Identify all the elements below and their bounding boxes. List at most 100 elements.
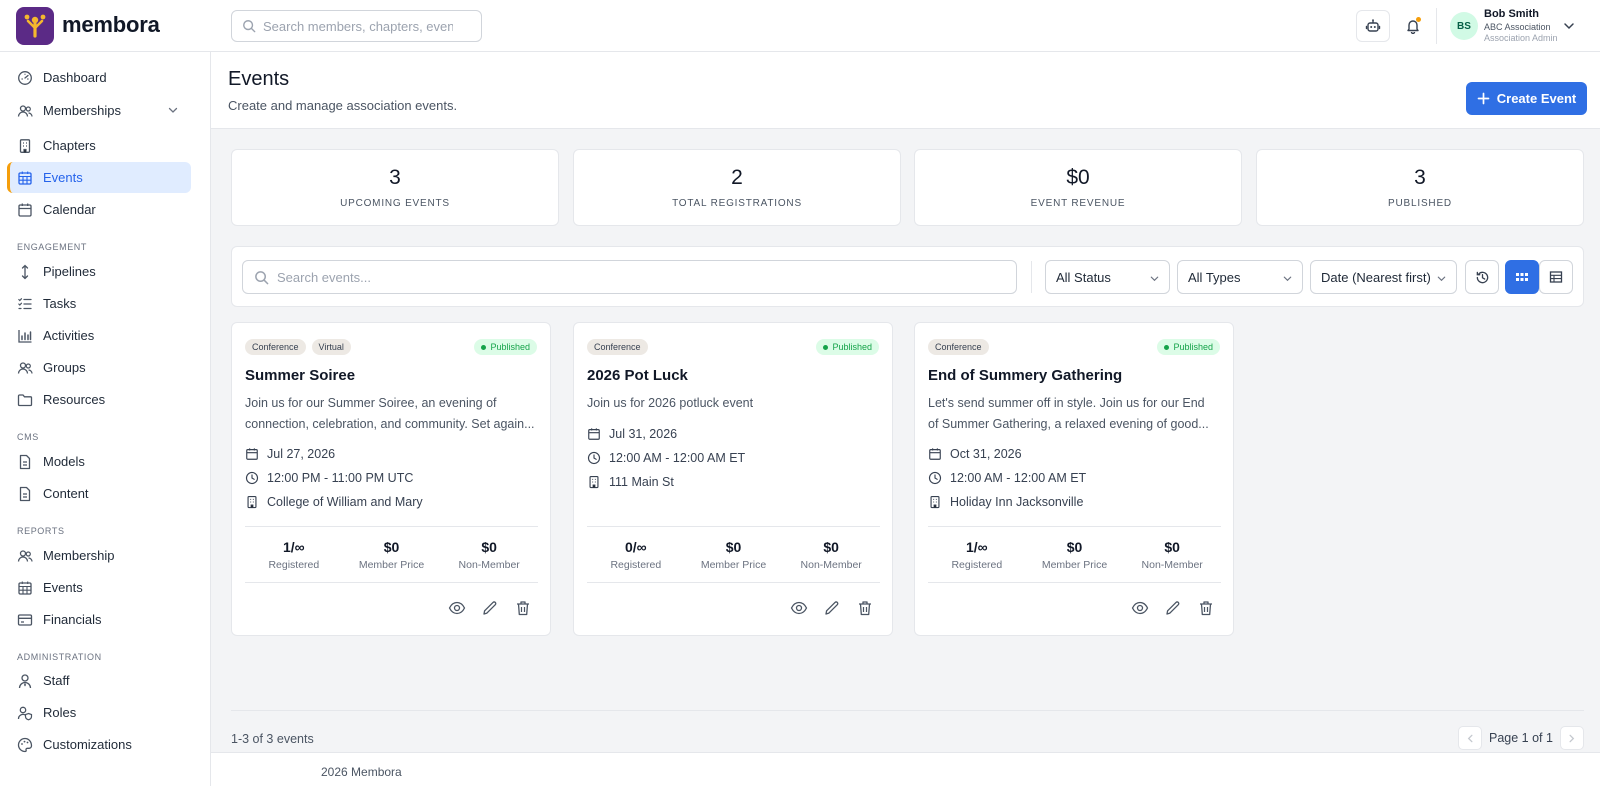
brand-name: membora <box>62 12 160 37</box>
eye-icon[interactable] <box>1131 599 1149 617</box>
create-event-button[interactable]: Create Event <box>1466 82 1587 115</box>
sidebar-item-resources[interactable]: Resources <box>7 384 191 415</box>
event-title[interactable]: Summer Soiree <box>245 367 355 384</box>
status-filter-select[interactable]: All Status <box>1045 260 1170 294</box>
sidebar-item-activities[interactable]: Activities <box>7 320 191 351</box>
top-bar: membora BS Bob Smith ABC Association Ass… <box>0 0 1600 52</box>
trash-icon[interactable] <box>1197 599 1215 617</box>
event-stats: 1/∞ Registered $0 Member Price $0 Non-Membe… <box>928 526 1221 583</box>
sidebar-item-memberships[interactable]: Memberships <box>7 95 191 126</box>
sidebar-item-dashboard[interactable]: Dashboard <box>7 62 191 93</box>
global-search[interactable] <box>231 10 482 42</box>
type-filter-value: All Types <box>1188 269 1241 285</box>
event-time: 12:00 AM - 12:00 AM ET <box>587 451 745 465</box>
user-shield-icon <box>17 706 33 720</box>
prev-page-button[interactable] <box>1458 726 1482 750</box>
sidebar-item-report-events[interactable]: Events <box>7 572 191 603</box>
arrows-vertical-icon <box>21 264 29 279</box>
notification-dot <box>1416 17 1421 22</box>
pencil-icon[interactable] <box>481 599 499 617</box>
clock-icon <box>245 471 259 485</box>
calendar-grid-icon <box>18 171 32 185</box>
sidebar-item-label: Dashboard <box>43 70 107 85</box>
event-description: Join us for 2026 potluck event <box>587 393 880 414</box>
event-tag: Conference <box>928 339 989 355</box>
ai-assistant-button[interactable] <box>1356 10 1390 42</box>
event-date: Jul 31, 2026 <box>587 427 677 441</box>
sidebar-item-chapters[interactable]: Chapters <box>7 130 191 161</box>
grid-view-button[interactable] <box>1505 260 1539 294</box>
status-badge: Published <box>1157 339 1220 355</box>
event-date: Jul 27, 2026 <box>245 447 335 461</box>
history-button[interactable] <box>1465 260 1499 294</box>
event-card[interactable]: Conference Published 2026 Pot Luck Join … <box>573 322 893 636</box>
sidebar-item-events[interactable]: Events <box>7 162 191 193</box>
pencil-icon[interactable] <box>823 599 841 617</box>
table-view-button[interactable] <box>1539 260 1573 294</box>
event-card[interactable]: Conference Virtual Published Summer Soir… <box>231 322 551 636</box>
section-label-reports: REPORTS <box>17 526 65 536</box>
chevron-down-icon <box>1150 276 1159 282</box>
sidebar-item-content[interactable]: Content <box>7 478 191 509</box>
event-description-line: connection, celebration, and community. … <box>245 417 535 431</box>
sidebar-item-roles[interactable]: Roles <box>7 697 191 728</box>
chevron-down-icon[interactable] <box>167 104 179 116</box>
sidebar-item-report-membership[interactable]: Membership <box>7 540 191 571</box>
sidebar-item-label: Events <box>43 170 83 185</box>
event-date: Oct 31, 2026 <box>928 447 1022 461</box>
sort-select[interactable]: Date (Nearest first) <box>1310 260 1457 294</box>
sidebar-item-financials[interactable]: Financials <box>7 604 191 635</box>
eye-icon[interactable] <box>448 599 466 617</box>
global-search-input[interactable] <box>263 18 453 34</box>
chevron-right-icon <box>1569 734 1575 742</box>
sidebar-item-label: Financials <box>43 612 102 627</box>
sidebar-item-staff[interactable]: Staff <box>7 665 191 696</box>
event-location: Holiday Inn Jacksonville <box>928 495 1083 509</box>
sidebar-item-label: Chapters <box>43 138 96 153</box>
sidebar-item-label: Membership <box>43 548 115 563</box>
event-title[interactable]: 2026 Pot Luck <box>587 367 688 384</box>
stat-card-published: 3 PUBLISHED <box>1256 149 1584 226</box>
sidebar-item-label: Content <box>43 486 89 501</box>
chevron-down-icon[interactable] <box>1562 19 1576 33</box>
event-time-text: 12:00 AM - 12:00 AM ET <box>609 451 746 465</box>
sidebar-item-customizations[interactable]: Customizations <box>7 729 191 760</box>
event-tag: Conference <box>245 339 306 355</box>
user-name[interactable]: Bob Smith <box>1484 8 1539 20</box>
building-icon <box>247 496 257 509</box>
event-description-line: Join us for 2026 potluck event <box>587 396 754 410</box>
sidebar: Dashboard Memberships Chapters Events Ca… <box>0 52 211 786</box>
stat-label: UPCOMING EVENTS <box>340 198 450 209</box>
page-subtitle: Create and manage association events. <box>228 98 458 113</box>
sidebar-item-groups[interactable]: Groups <box>7 352 191 383</box>
non-member-price-stat: $0 Non-Member <box>1141 539 1203 571</box>
sidebar-item-tasks[interactable]: Tasks <box>7 288 191 319</box>
sidebar-item-label: Memberships <box>43 103 122 118</box>
event-search[interactable] <box>242 260 1017 294</box>
event-card[interactable]: Conference Published End of Summery Gath… <box>914 322 1234 636</box>
pencil-icon[interactable] <box>1164 599 1182 617</box>
stat-value: $0 <box>1066 166 1090 189</box>
event-search-input[interactable] <box>277 269 977 285</box>
event-title[interactable]: End of Summery Gathering <box>928 367 1122 384</box>
sidebar-item-models[interactable]: Models <box>7 446 191 477</box>
type-filter-select[interactable]: All Types <box>1177 260 1303 294</box>
eye-icon[interactable] <box>790 599 808 617</box>
sidebar-item-calendar[interactable]: Calendar <box>7 194 191 225</box>
event-date-text: Oct 31, 2026 <box>950 447 1022 461</box>
sidebar-item-pipelines[interactable]: Pipelines <box>7 256 191 287</box>
search-icon <box>255 270 269 284</box>
trash-icon[interactable] <box>514 599 532 617</box>
grid-icon <box>1516 273 1528 281</box>
bar-chart-icon <box>18 329 32 343</box>
pagination: Page 1 of 1 <box>1458 726 1584 750</box>
avatar[interactable]: BS <box>1450 12 1478 40</box>
trash-icon[interactable] <box>856 599 874 617</box>
sidebar-item-label: Calendar <box>43 202 96 217</box>
member-price-stat: $0 Member Price <box>358 539 425 571</box>
next-page-button[interactable] <box>1559 726 1584 750</box>
membora-logo[interactable] <box>16 7 54 45</box>
list-check-icon <box>18 297 32 309</box>
stat-label: EVENT REVENUE <box>1030 198 1126 209</box>
notifications-button[interactable] <box>1396 10 1430 42</box>
